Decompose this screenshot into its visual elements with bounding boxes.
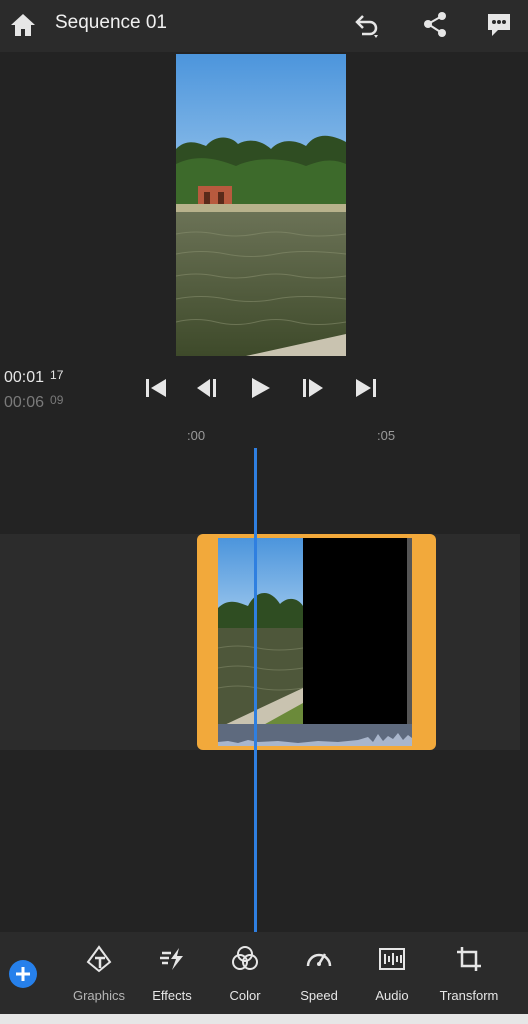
add-media-button[interactable] — [9, 960, 37, 988]
home-icon[interactable] — [8, 10, 38, 40]
effects-button[interactable]: Effects — [134, 944, 210, 1010]
share-icon[interactable] — [420, 10, 450, 40]
undo-icon[interactable] — [352, 10, 382, 40]
graphics-label: Graphics — [72, 988, 126, 1003]
step-forward-icon[interactable] — [298, 374, 326, 402]
play-icon[interactable] — [246, 374, 274, 402]
sequence-title[interactable]: Sequence 01 — [55, 12, 167, 34]
system-nav-strip — [0, 1014, 528, 1024]
video-preview[interactable] — [176, 54, 346, 356]
header-bar: Sequence 01 — [0, 0, 528, 52]
speed-label: Speed — [300, 988, 338, 1003]
speed-button[interactable]: Speed — [281, 944, 357, 1010]
transform-button[interactable]: Transform — [431, 944, 507, 1010]
speed-icon — [306, 953, 332, 967]
current-frames: 17 — [50, 368, 64, 382]
ruler-label-5s: :05 — [377, 428, 396, 443]
transform-icon — [457, 947, 481, 971]
effects-label: Effects — [152, 988, 192, 1003]
total-timecode: 00:06 09 — [4, 393, 63, 412]
color-button[interactable]: Color — [207, 944, 283, 1010]
ruler-label-start: :00 — [187, 428, 206, 443]
current-time: 00:01 — [4, 369, 45, 386]
total-frames: 09 — [50, 393, 64, 407]
graphics-icon — [86, 945, 112, 973]
playhead[interactable] — [254, 448, 257, 932]
audio-icon — [379, 948, 405, 970]
audio-label: Audio — [375, 988, 409, 1003]
color-icon — [232, 946, 258, 970]
skip-to-end-icon[interactable] — [352, 374, 380, 402]
color-label: Color — [229, 988, 261, 1003]
transform-label: Transform — [439, 988, 499, 1003]
effects-icon — [160, 948, 183, 970]
audio-button[interactable]: Audio — [354, 944, 430, 1010]
step-back-icon[interactable] — [194, 374, 222, 402]
graphics-button[interactable]: Graphics — [61, 944, 137, 1010]
skip-to-start-icon[interactable] — [142, 374, 170, 402]
editor-screen: Sequence 01 00:01 17 00:06 09:00:05 Gr… — [0, 0, 528, 1024]
plus-icon — [16, 967, 30, 981]
total-time: 00:06 — [4, 394, 45, 411]
current-timecode: 00:01 17 — [4, 368, 63, 387]
comment-icon[interactable] — [484, 10, 514, 40]
clip-thumbnail[interactable] — [218, 538, 412, 746]
